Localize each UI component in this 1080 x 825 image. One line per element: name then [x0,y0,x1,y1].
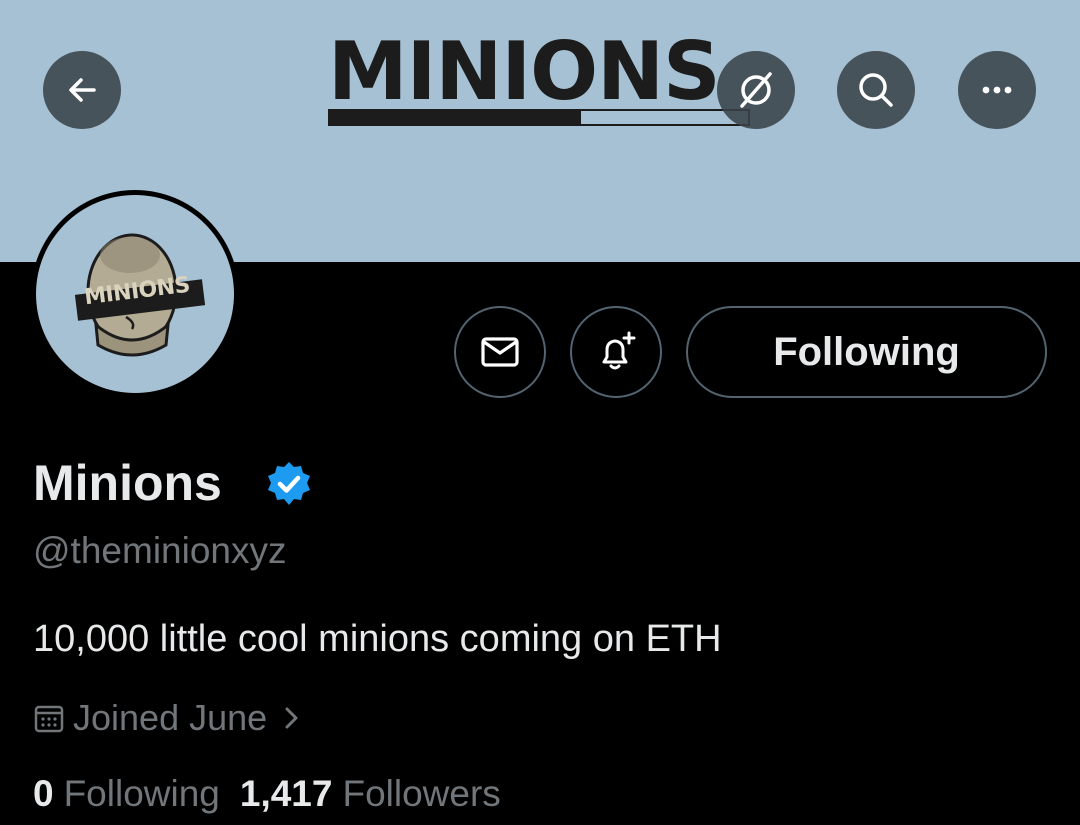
search-button[interactable] [837,51,915,129]
following-label: Following [63,773,220,814]
arrow-left-icon [69,78,96,102]
following-button[interactable]: Following [686,306,1047,398]
chevron-right-icon [285,707,298,729]
calendar-icon [34,705,64,733]
slash-circle-icon [740,72,772,108]
banner-logo-progress-bar [328,109,750,126]
followers-label: Followers [342,773,501,814]
followers-stat[interactable]: 1,417 Followers [240,773,501,815]
bell-plus-icon [602,331,636,370]
profile-avatar[interactable]: MINIONS [31,190,239,398]
banner-logo-text: MINIONS [328,25,721,118]
joined-date-text: Joined June [73,697,268,738]
back-button[interactable] [43,51,121,129]
following-button-label: Following [773,329,960,374]
verified-check-icon [268,462,310,505]
banner-logo-progress-fill [330,111,581,124]
joined-date-row[interactable]: Joined June [33,696,303,740]
profile-bio: 10,000 little cool minions coming on ETH [33,618,722,660]
grok-button[interactable] [717,51,795,129]
avatar-image: MINIONS [36,195,234,393]
notifications-button[interactable] [570,306,662,398]
profile-stats: 0 Following 1,417 Followers [33,773,501,815]
banner-logo: MINIONS [326,25,750,130]
following-count: 0 [33,773,54,814]
more-button[interactable] [958,51,1036,129]
profile-handle: @theminionxyz [33,530,287,571]
envelope-icon [481,337,519,367]
verified-badge[interactable] [265,460,313,513]
following-stat[interactable]: 0 Following [33,773,220,815]
followers-count: 1,417 [239,773,333,814]
search-icon [859,73,893,107]
message-button[interactable] [454,306,546,398]
more-horizontal-icon [982,86,1012,94]
display-name: Minions [33,455,222,511]
